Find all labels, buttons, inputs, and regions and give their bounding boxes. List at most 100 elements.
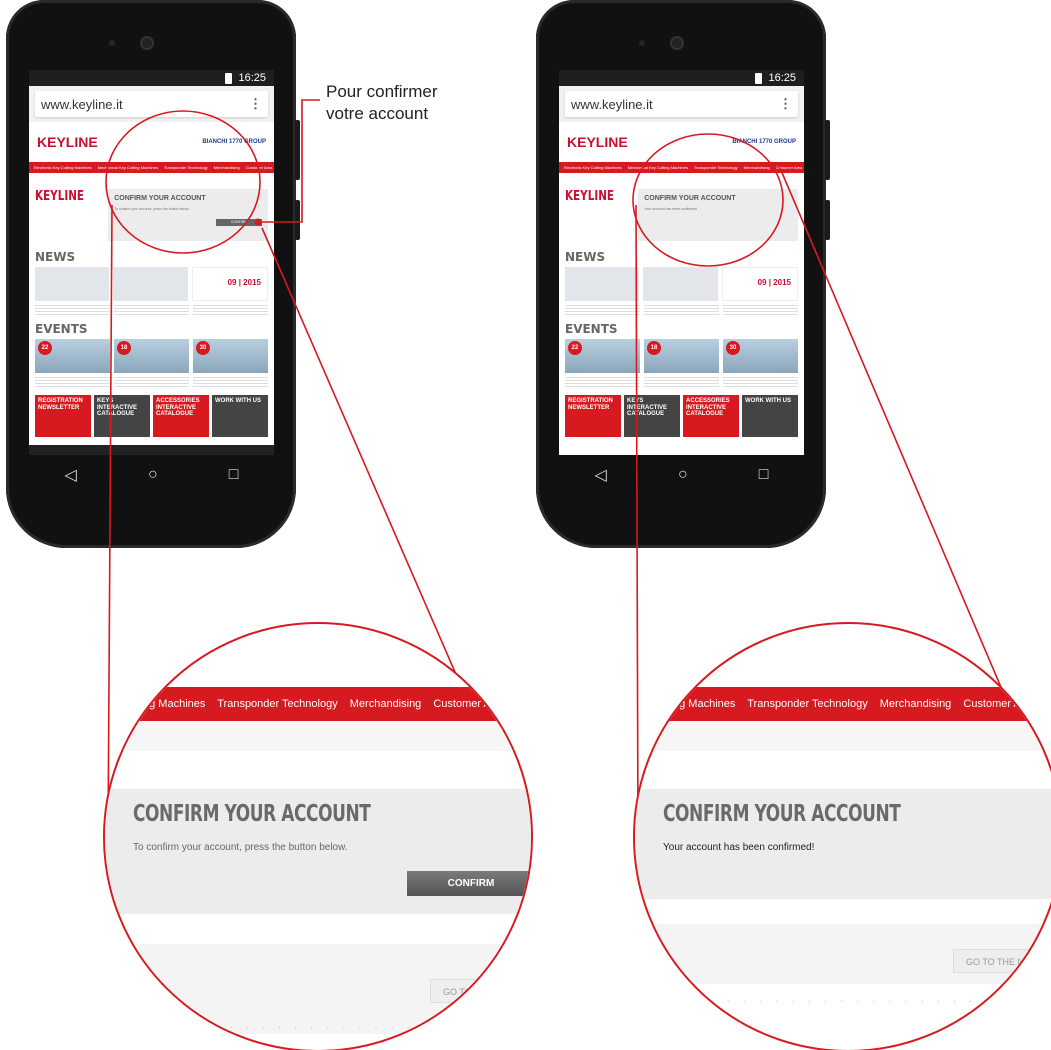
confirm-title-mini: CONFIRM YOUR ACCOUNT [644,195,736,202]
confirm-section: KEYLINE CONFIRM YOUR ACCOUNT To confirm … [29,183,274,247]
recents-icon[interactable]: □ [229,466,239,484]
tile-work-with-us[interactable]: WORK WITH US [212,395,268,437]
confirm-message: To confirm your account, press the butto… [133,842,348,853]
event-date-badge: 22 [38,341,52,355]
zoom-nav-item[interactable]: Customer Area [963,698,1036,710]
nav-item[interactable]: Customer Area [246,165,273,170]
news-thumb-date[interactable] [191,267,268,301]
tile-keys-catalogue[interactable]: KEYS INTERACTIVE CATALOGUE [94,395,150,437]
status-bar: 16:25 [559,70,804,86]
site-nav: Electronic Key Cutting Machines Mechanic… [29,162,274,173]
overflow-menu-icon[interactable]: ⋮ [249,96,262,112]
go-to-news-button[interactable]: GO TO TH [430,979,500,1003]
bianchi-group-logo[interactable]: BIANCHI 1770 GROUP [202,139,266,145]
callout-label: Pour confirmer votre account [326,81,437,125]
zoom-spacer [635,721,1051,751]
carousel-dots[interactable]: · · · · · · · · · · · · · · · · · · · · … [695,996,1051,1007]
event-thumb[interactable]: 30 [723,339,798,373]
keyline-logo[interactable]: KEYLINE [567,134,628,150]
confirm-msg-mini: To confirm your account, press the butto… [114,207,190,211]
browser-toolbar: www.keyline.it ⋮ [29,86,274,122]
news-captions [559,301,804,319]
event-thumb[interactable]: 30 [193,339,268,373]
news-thumb[interactable] [565,267,640,301]
back-icon[interactable]: ◁ [65,465,77,485]
zoom-nav-item[interactable]: ng Machines [673,698,735,710]
tile-work-with-us[interactable]: WORK WITH US [742,395,798,437]
nav-item[interactable]: Merchandising [214,165,240,170]
home-icon[interactable]: ○ [678,466,688,484]
phone-right: 16:25 www.keyline.it ⋮ KEYLINE BIANCHI 1… [536,0,830,548]
url-input[interactable]: www.keyline.it ⋮ [35,91,268,117]
cookie-banner[interactable] [29,445,274,455]
news-thumb[interactable] [643,267,718,301]
news-thumbs [29,267,274,301]
android-nav-bar: ◁ ○ □ [29,455,274,495]
nav-item[interactable]: Electronic Key Cutting Machines [564,165,622,170]
tile-newsletter[interactable]: REGISTRATION NEWSLETTER [565,395,621,437]
news-thumbs [559,267,804,301]
nav-item[interactable]: Transponder Technology [164,165,208,170]
site-header: KEYLINE BIANCHI 1770 GROUP [29,122,274,162]
home-icon[interactable]: ○ [148,466,158,484]
bianchi-group-logo[interactable]: BIANCHI 1770 GROUP [732,139,796,145]
news-captions [29,301,274,319]
news-heading: NEWS [35,250,76,264]
event-thumb[interactable]: 18 [114,339,189,373]
side-logo: KEYLINE [565,189,614,204]
event-captions [29,373,274,391]
overflow-menu-icon[interactable]: ⋮ [779,96,792,112]
zoom-nav-bar: ng Machines Transponder Technology Merch… [635,687,1051,721]
nav-item[interactable]: Mechanical Key Cutting Machines [98,165,158,170]
callout-line-2: votre account [326,104,429,123]
zoom-lens-left: ng Machines Transponder Technology Merch… [103,622,533,1050]
nav-item[interactable]: Mechanical Key Cutting Machines [628,165,688,170]
nav-item[interactable]: Merchandising [744,165,770,170]
event-thumb[interactable]: 18 [644,339,719,373]
breadcrumb [29,173,274,183]
zoom-nav-item[interactable]: ng Machines [143,698,205,710]
confirm-button-mini[interactable]: CONFIRM [216,219,262,226]
confirm-button[interactable]: CONFIRM [407,871,531,896]
go-to-news-button[interactable]: GO TO THE NEWS [953,949,1051,973]
logo-text: KEYLINE [567,134,628,150]
site-header: KEYLINE BIANCHI 1770 GROUP [559,122,804,162]
confirm-msg-mini: Your account has been confirmed! [644,207,698,211]
recents-icon[interactable]: □ [759,466,769,484]
nav-item[interactable]: Customer Area [776,165,803,170]
keyline-logo[interactable]: KEYLINE [37,134,98,150]
tile-accessories-catalogue[interactable]: ACCESSORIES INTERACTIVE CATALOGUE [153,395,209,437]
url-text: www.keyline.it [571,96,653,112]
carousel-dots[interactable]: · · · · · · · · · · · · · · · · · · · · … [165,1022,496,1033]
confirm-box-mini: CONFIRM YOUR ACCOUNT To confirm your acc… [108,189,268,241]
event-date-badge: 18 [117,341,131,355]
back-icon[interactable]: ◁ [595,465,607,485]
url-text: www.keyline.it [41,96,123,112]
nav-item[interactable]: Electronic Key Cutting Machines [34,165,92,170]
tile-accessories-catalogue[interactable]: ACCESSORIES INTERACTIVE CATALOGUE [683,395,739,437]
side-logo: KEYLINE [35,189,84,204]
zoom-lens-right: ng Machines Transponder Technology Merch… [633,622,1051,1050]
zoom-nav-item[interactable]: Customer Area [433,698,506,710]
event-thumbs: 22 18 30 [559,339,804,373]
front-camera [670,36,684,50]
callout-line-1: Pour confirmer [326,82,438,101]
zoom-nav-item[interactable]: Transponder Technology [217,698,337,710]
news-thumb-date[interactable] [721,267,798,301]
status-bar: 16:25 [29,70,274,86]
zoom-nav-item[interactable]: Transponder Technology [747,698,867,710]
event-thumb[interactable]: 22 [565,339,640,373]
events-heading: EVENTS [35,322,88,336]
event-date-badge: 18 [647,341,661,355]
zoom-nav-item[interactable]: Merchandising [880,698,952,710]
event-thumb[interactable]: 22 [35,339,110,373]
event-date-badge: 30 [196,341,210,355]
tile-keys-catalogue[interactable]: KEYS INTERACTIVE CATALOGUE [624,395,680,437]
nav-item[interactable]: Transponder Technology [694,165,738,170]
news-thumb[interactable] [35,267,110,301]
tile-newsletter[interactable]: REGISTRATION NEWSLETTER [35,395,91,437]
zoom-nav-item[interactable]: Merchandising [350,698,422,710]
url-input[interactable]: www.keyline.it ⋮ [565,91,798,117]
news-thumb[interactable] [113,267,188,301]
power-button [295,200,300,240]
